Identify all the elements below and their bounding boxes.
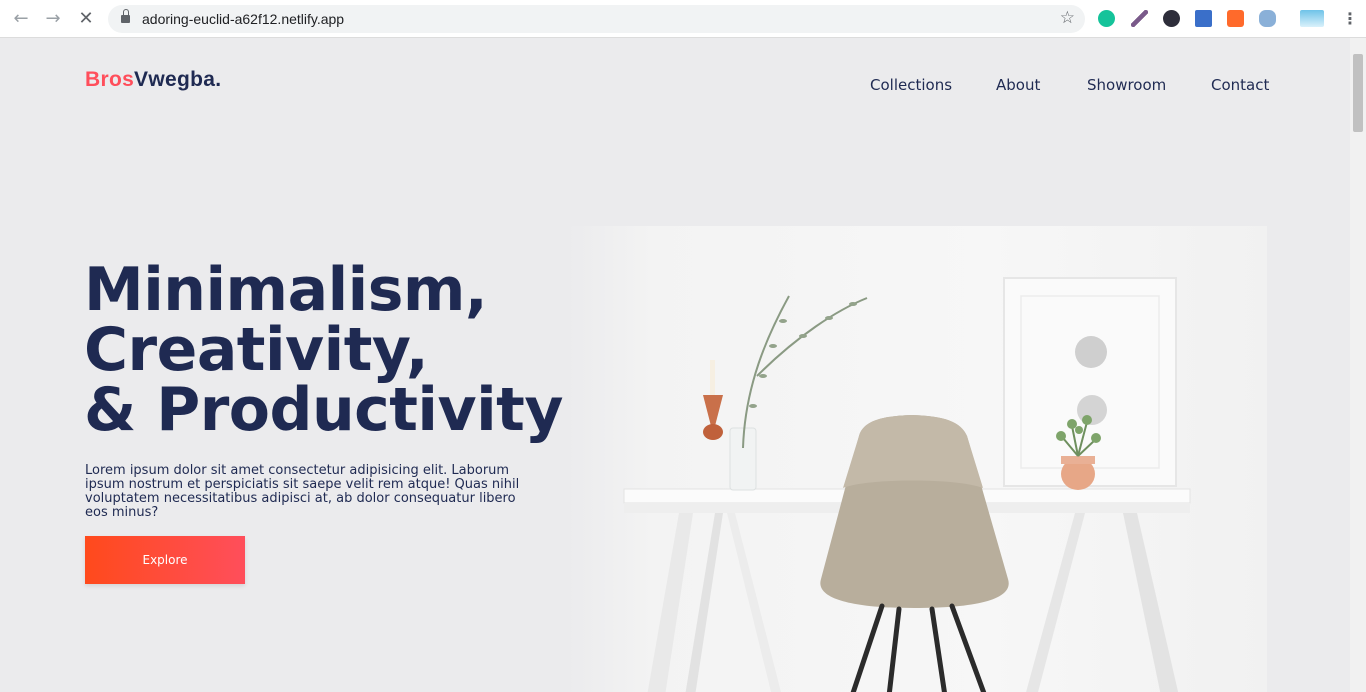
color-picker-extension-icon[interactable] [1131,10,1148,27]
page-viewport: BrosVwegba. Collections About Showroom C… [0,38,1350,692]
nav-collections[interactable]: Collections [870,76,952,94]
cloud-extension-icon[interactable] [1259,10,1276,27]
explore-button[interactable]: Explore [85,536,245,584]
lock-icon[interactable] [121,9,130,23]
download-extension-icon[interactable] [1195,10,1212,27]
nav-contact[interactable]: Contact [1211,76,1269,94]
browser-toolbar: ← → ✕ adoring-euclid-a62f12.netlify.app … [0,0,1366,38]
hero-heading: Minimalism, Creativity, & Productivity [84,260,604,440]
k-extension-icon[interactable] [1163,10,1180,27]
site-logo[interactable]: BrosVwegba. [85,68,221,92]
bird-extension-icon[interactable] [1227,10,1244,27]
page-scrollbar[interactable] [1350,38,1366,692]
menu-kebab-icon[interactable]: ⋮ [1342,9,1358,29]
scrollbar-thumb[interactable] [1353,54,1363,132]
bookmark-star-icon[interactable]: ☆ [1060,8,1075,28]
address-bar[interactable]: adoring-euclid-a62f12.netlify.app ☆ [108,5,1085,33]
stop-loading-icon[interactable]: ✕ [76,9,96,29]
logo-part1: Bros [85,68,135,91]
url-text[interactable]: adoring-euclid-a62f12.netlify.app [142,11,344,27]
hero-heading-line2: Creativity, [84,315,429,385]
hero-heading-line1: Minimalism, [84,255,488,325]
hero-description: Lorem ipsum dolor sit amet consectetur a… [85,463,520,520]
logo-part2: Vwegba. [134,68,222,91]
nav-about[interactable]: About [996,76,1040,94]
site-extension-icon[interactable] [1300,10,1324,27]
hero-heading-line3: & Productivity [84,375,563,445]
nav-showroom[interactable]: Showroom [1087,76,1166,94]
desk-chair-illustration [623,277,1191,692]
back-icon[interactable]: ← [11,9,31,29]
grammarly-extension-icon[interactable] [1098,10,1115,27]
hero-image [567,226,1267,692]
forward-icon[interactable]: → [43,9,63,29]
